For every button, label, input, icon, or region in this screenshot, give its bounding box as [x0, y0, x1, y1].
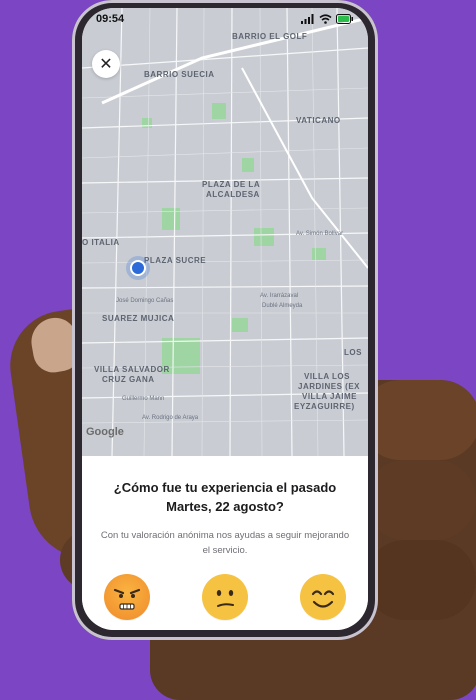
map-label: BARRIO EL GOLF — [232, 32, 308, 41]
map-view[interactable]: BARRIO EL GOLF BARRIO SUECIA VATICANO PL… — [82, 8, 368, 456]
map-label: EYZAGUIRRE) — [294, 402, 355, 411]
map-street-label: Av. Rodrigo de Araya — [142, 415, 199, 421]
map-label: SUAREZ MUJICA — [102, 314, 175, 323]
phone-screen: BARRIO EL GOLF BARRIO SUECIA VATICANO PL… — [82, 8, 368, 630]
map-street-label: Av. Simón Bolívar — [296, 231, 344, 237]
battery-icon — [336, 14, 353, 24]
signal-icon — [301, 14, 314, 24]
neutral-face-icon[interactable] — [202, 574, 248, 620]
status-bar: 09:54 — [82, 8, 368, 30]
map-label: BARRIO SUECIA — [144, 70, 215, 79]
phone-frame: BARRIO EL GOLF BARRIO SUECIA VATICANO PL… — [72, 0, 378, 640]
map-label: JARDINES (EX — [298, 382, 361, 391]
angry-face-icon[interactable] — [104, 574, 150, 620]
current-location-marker — [130, 260, 146, 276]
wifi-icon — [319, 14, 332, 24]
map-street-label: Dublé Almeyda — [262, 303, 303, 309]
rating-options — [104, 574, 346, 620]
hand-finger — [365, 460, 476, 540]
google-attribution: Google — [86, 426, 124, 438]
smiling-face-icon[interactable] — [300, 574, 346, 620]
rating-subtitle: Con tu valoración anónima nos ayudas a s… — [100, 530, 350, 556]
status-icons — [301, 14, 354, 24]
rating-sheet: ¿Cómo fue tu experiencia el pasado Marte… — [82, 456, 368, 630]
map-street-label: Guillermo Mann — [122, 396, 165, 402]
status-time: 09:54 — [96, 13, 125, 25]
close-button[interactable]: ✕ — [92, 50, 120, 78]
map-label: O ITALIA — [82, 238, 120, 247]
rating-question: ¿Cómo fue tu experiencia el pasado Marte… — [113, 480, 337, 514]
map-label: VILLA LOS — [304, 372, 350, 381]
map-label: CRUZ GANA — [102, 375, 155, 384]
map-label: VATICANO — [296, 116, 341, 125]
map-label: ALCALDESA — [206, 190, 260, 199]
map-label: PLAZA SUCRE — [144, 256, 207, 265]
close-icon: ✕ — [99, 56, 113, 73]
map-label: LOS — [344, 348, 362, 357]
hand-finger — [365, 540, 476, 620]
map-street-label: José Domingo Cañas — [116, 298, 174, 304]
map-label: VILLA SALVADOR — [94, 365, 170, 374]
map-street-label: Av. Irarrázaval — [260, 293, 299, 299]
map-label: VILLA JAIME — [302, 392, 357, 401]
map-label: PLAZA DE LA — [202, 180, 261, 189]
